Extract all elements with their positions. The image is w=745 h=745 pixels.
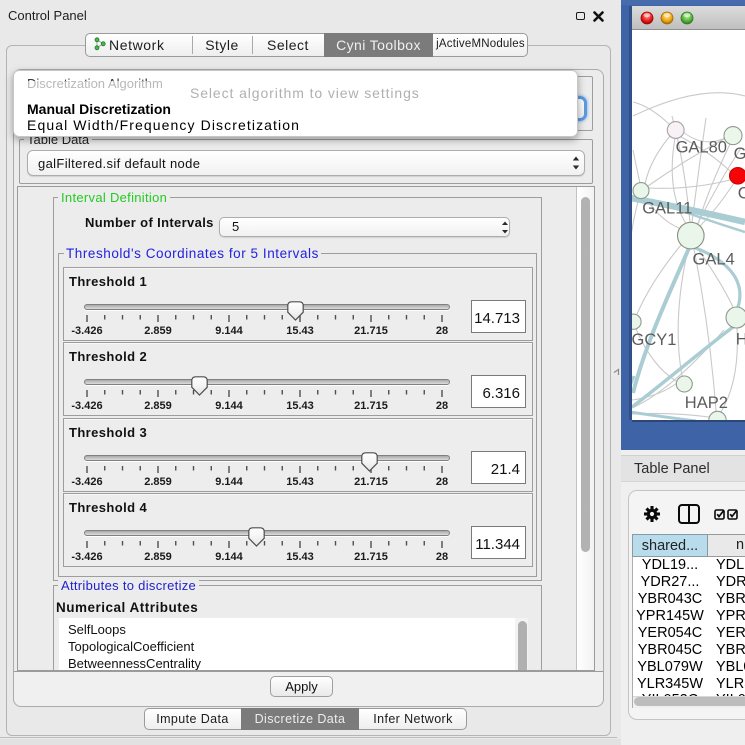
svg-text:H: H <box>736 330 745 348</box>
svg-text:GAL11: GAL11 <box>642 200 692 218</box>
svg-text:GA: GA <box>734 145 745 163</box>
svg-text:HAP2: HAP2 <box>685 394 728 412</box>
svg-text:C: C <box>738 185 745 203</box>
svg-text:GCY1: GCY1 <box>632 331 676 349</box>
svg-text:GAL80: GAL80 <box>676 139 727 157</box>
svg-text:GAL4: GAL4 <box>693 250 735 268</box>
